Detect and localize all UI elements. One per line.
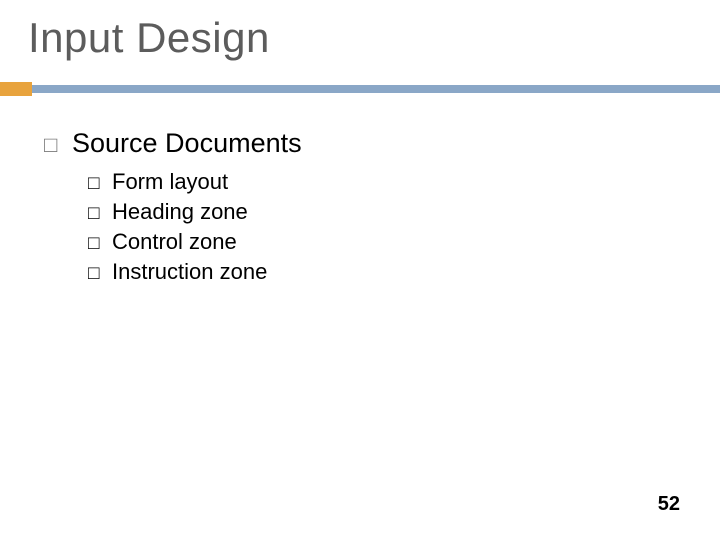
content-area: □ Source Documents □ Form layout □ Headi… <box>44 128 302 289</box>
section-heading: Source Documents <box>72 128 302 159</box>
slide: Input Design □ Source Documents □ Form l… <box>0 0 720 540</box>
bullet-icon: □ <box>88 203 112 225</box>
bullet-icon: □ <box>88 263 112 285</box>
bullet-icon: □ <box>88 233 112 255</box>
list-item: □ Source Documents <box>44 128 302 159</box>
list-item: □ Heading zone <box>88 199 302 225</box>
sublist-item-label: Control zone <box>112 229 237 255</box>
sublist-item-label: Form layout <box>112 169 228 195</box>
page-number: 52 <box>658 493 680 516</box>
sublist: □ Form layout □ Heading zone □ Control z… <box>88 169 302 285</box>
slide-title: Input Design <box>28 14 270 62</box>
sublist-item-label: Instruction zone <box>112 259 267 285</box>
divider-bar <box>32 85 720 93</box>
list-item: □ Instruction zone <box>88 259 302 285</box>
list-item: □ Control zone <box>88 229 302 255</box>
list-item: □ Form layout <box>88 169 302 195</box>
title-divider <box>0 82 720 96</box>
sublist-item-label: Heading zone <box>112 199 248 225</box>
bullet-icon: □ <box>88 173 112 195</box>
divider-accent <box>0 82 32 96</box>
bullet-icon: □ <box>44 132 72 158</box>
